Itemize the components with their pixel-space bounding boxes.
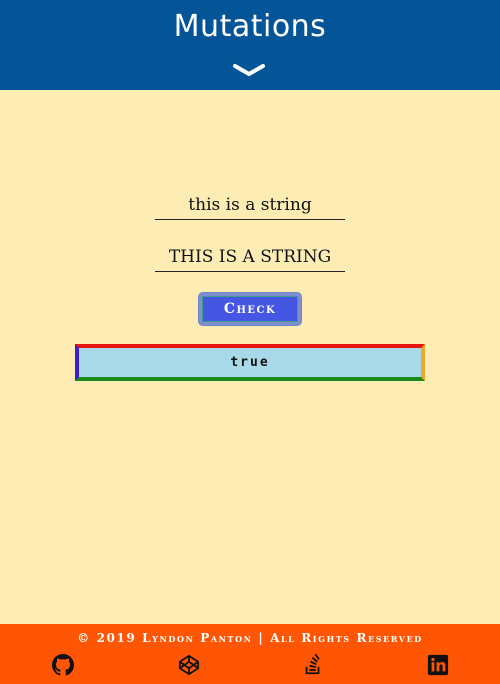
stack-overflow-icon — [305, 654, 320, 675]
codepen-icon — [178, 654, 200, 676]
linkedin-link[interactable] — [427, 654, 449, 676]
github-icon — [52, 654, 74, 676]
result-display: TRUE — [75, 344, 425, 381]
first-string-input[interactable] — [155, 190, 345, 220]
page-title: Mutations — [173, 9, 327, 44]
github-link[interactable] — [52, 654, 74, 676]
main-content: Check TRUE — [0, 90, 500, 624]
page-header: Mutations — [0, 0, 500, 90]
copyright-text: © 2019 Lyndon Panton | All Rights Reserv… — [77, 631, 423, 645]
page: Mutations Check TRUE © 2019 Lyndon Panto… — [0, 0, 500, 684]
page-footer: © 2019 Lyndon Panton | All Rights Reserv… — [0, 624, 500, 684]
codepen-link[interactable] — [178, 654, 200, 676]
check-button[interactable]: Check — [199, 293, 301, 325]
linkedin-icon — [427, 654, 449, 676]
second-string-input[interactable] — [155, 242, 345, 272]
stack-overflow-link[interactable] — [302, 654, 324, 676]
chevron-down-icon[interactable] — [232, 62, 266, 78]
